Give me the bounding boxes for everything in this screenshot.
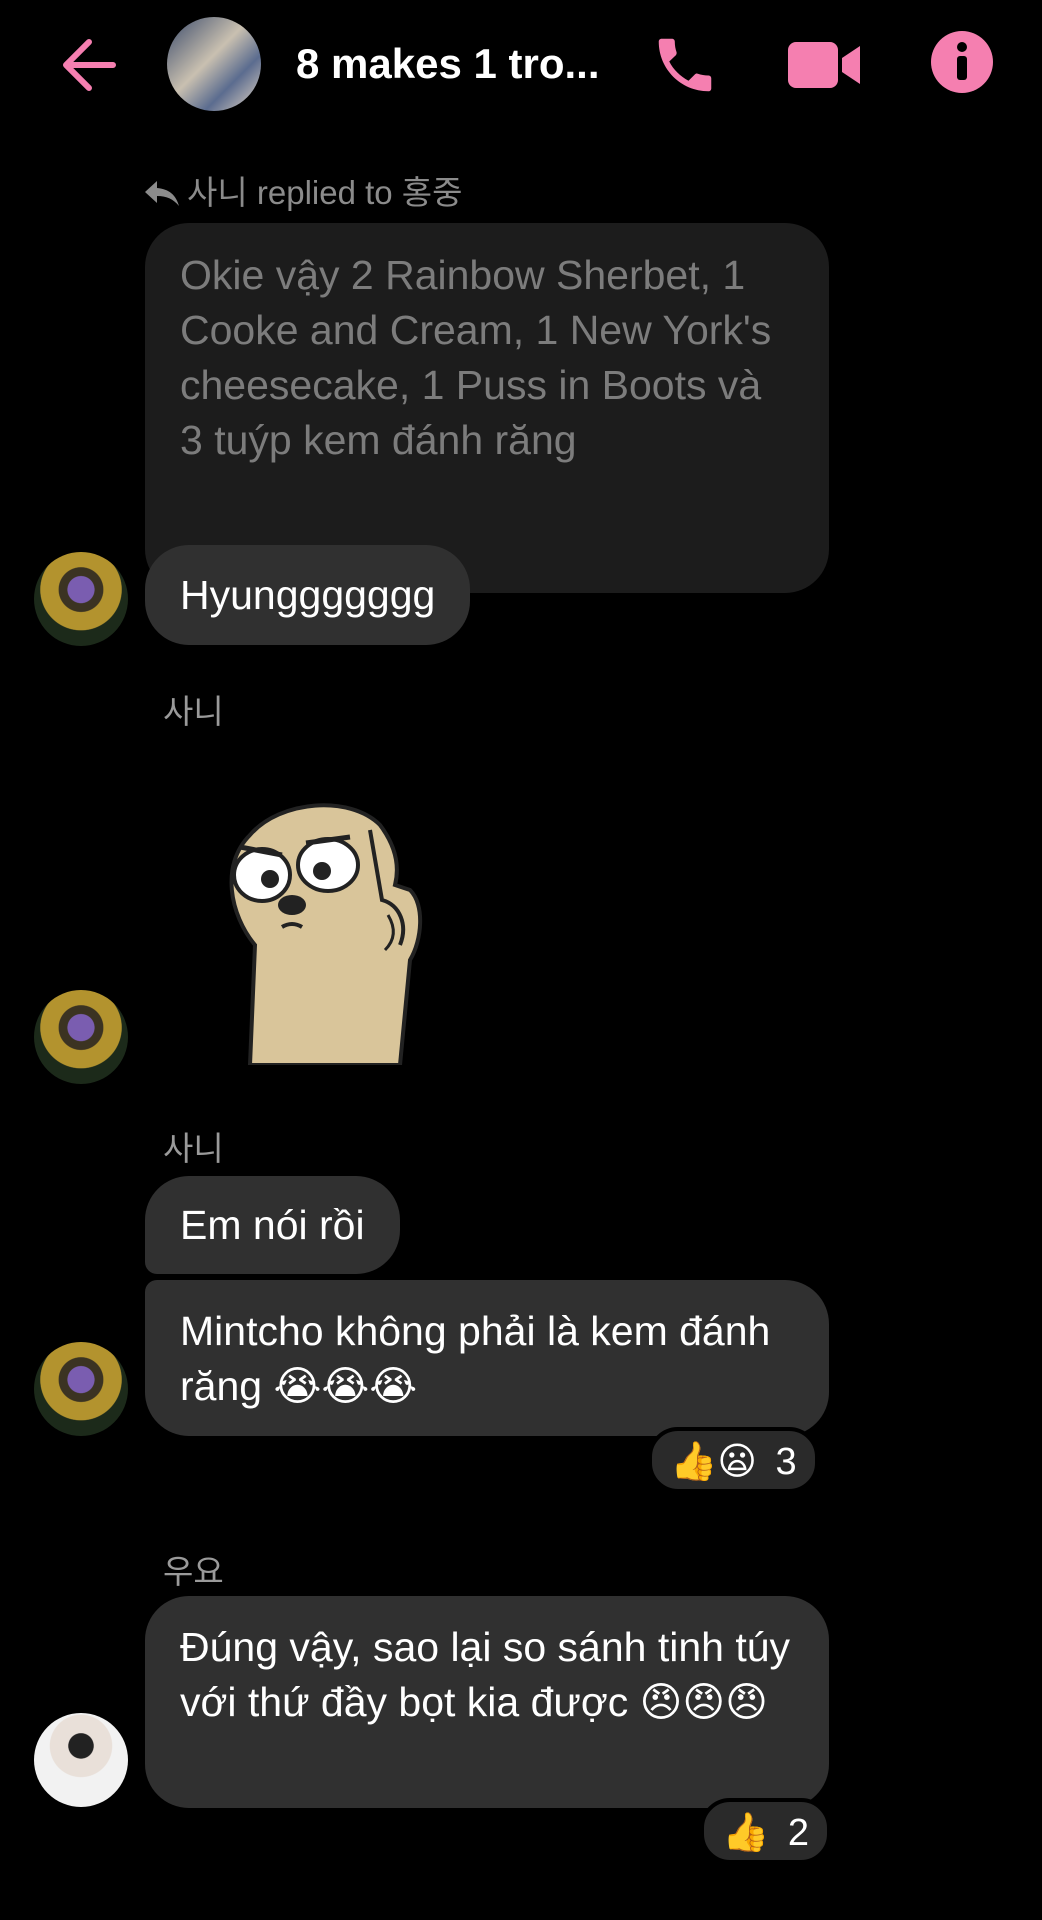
quoted-message[interactable]: Okie vậy 2 Rainbow Sherbet, 1 Cooke and … [145,223,829,593]
conversation-title[interactable]: 8 makes 1 tro... [296,40,606,88]
phone-icon[interactable] [650,30,720,100]
reply-indicator: 사니 replied to 홍중 [143,166,463,214]
sender-name: 사니 [163,693,224,730]
sender-name: 우요 [163,1553,224,1590]
info-icon[interactable] [930,30,994,94]
reaction-count: 3 [775,1440,797,1483]
message-bubble[interactable]: Hyunggggggg [145,545,471,645]
reaction-badge[interactable]: 👍😦 3 [648,1427,819,1493]
avatar[interactable] [34,552,128,646]
back-arrow-icon[interactable] [55,30,125,100]
avatar[interactable] [34,1713,128,1807]
group-avatar[interactable] [167,17,261,111]
message-bubble[interactable]: Mintcho không phải là kem đánh răng 😭😭😭 [145,1280,829,1436]
reaction-badge[interactable]: 👍 2 [700,1798,832,1864]
message-bubble[interactable]: Đúng vậy, sao lại so sánh tinh túy với t… [145,1596,829,1808]
reaction-emojis: 👍😦 [670,1440,757,1483]
sloth-pointing-finger-sticker[interactable] [210,775,470,1065]
avatar[interactable] [34,1342,128,1436]
reaction-emojis: 👍 [722,1811,770,1854]
video-camera-icon[interactable] [786,38,862,92]
reaction-count: 2 [787,1811,810,1854]
reply-meta-text: 사니 replied to 홍중 [187,174,463,211]
message-bubble[interactable]: Em nói rồi [145,1176,400,1274]
reply-arrow-icon [145,181,179,206]
sender-name: 사니 [163,1130,224,1167]
avatar[interactable] [34,990,128,1084]
